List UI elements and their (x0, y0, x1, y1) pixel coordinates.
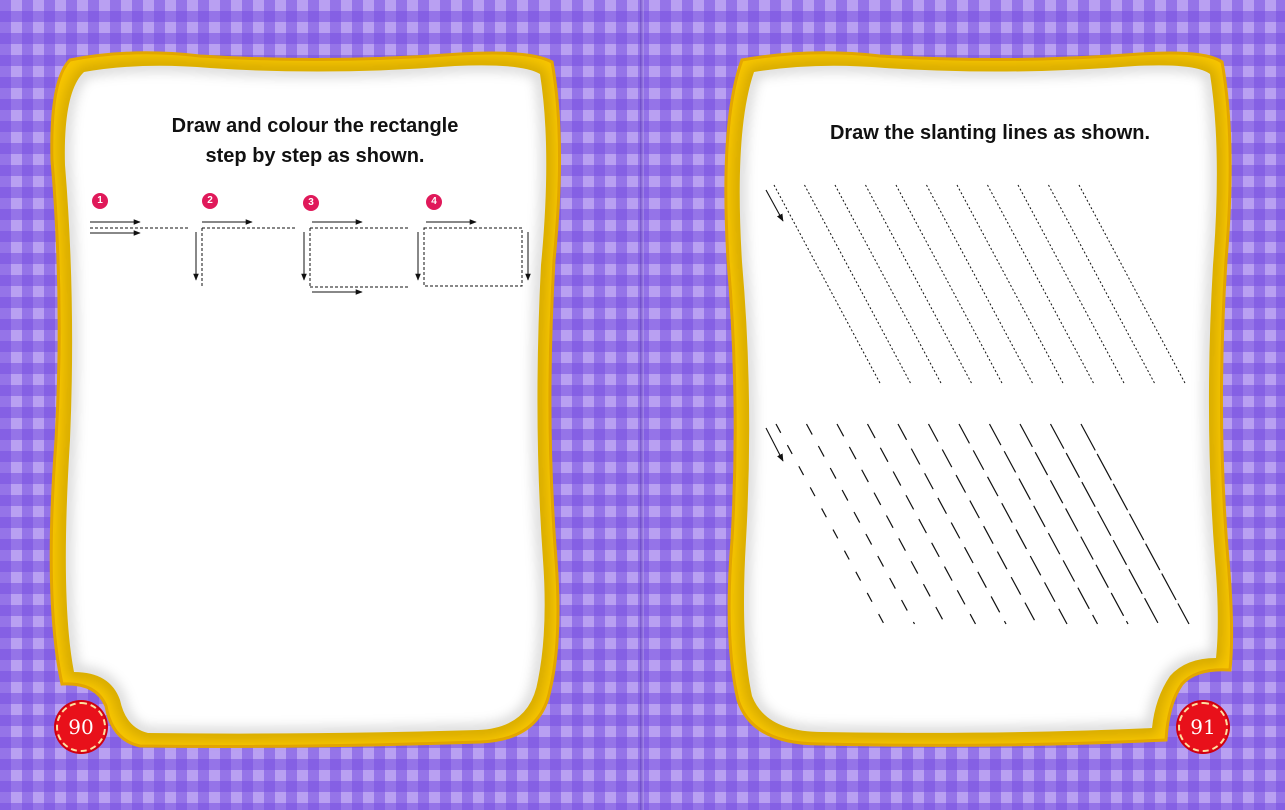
dotted-slanting-line (956, 184, 1065, 386)
dashed-slanting-line (958, 423, 1068, 625)
dotted-slanting-line (1017, 184, 1126, 386)
dashed-slanting-line (1019, 423, 1129, 625)
dotted-slanting-line (834, 184, 943, 386)
dotted-slanting-line (895, 184, 1004, 386)
dashed-slanting-lines (775, 423, 1190, 625)
dotted-slanting-line (1048, 184, 1156, 386)
dashed-slanting-line (988, 423, 1099, 625)
slanting-lines-diagram (765, 184, 1190, 625)
dotted-slanting-line (804, 184, 912, 386)
dotted-slanting-line (773, 184, 882, 386)
dashed-slanting-line (866, 423, 977, 625)
dashed-slanting-line (1049, 423, 1160, 625)
dashed-slanting-line (1080, 423, 1190, 625)
dashed-slanting-line (836, 423, 946, 625)
dotted-slanting-line (987, 184, 1095, 386)
dashed-slanting-line (805, 423, 916, 625)
dotted-slanting-line (865, 184, 973, 386)
dotted-slanting-line (1078, 184, 1187, 386)
dashed-slanting-line (897, 423, 1007, 625)
dashed-slanting-line (775, 423, 885, 625)
dotted-slanting-line (926, 184, 1034, 386)
right-page-number-badge: 91 (1178, 702, 1228, 752)
dotted-slanting-lines (773, 184, 1187, 386)
dashed-slanting-line (927, 423, 1038, 625)
